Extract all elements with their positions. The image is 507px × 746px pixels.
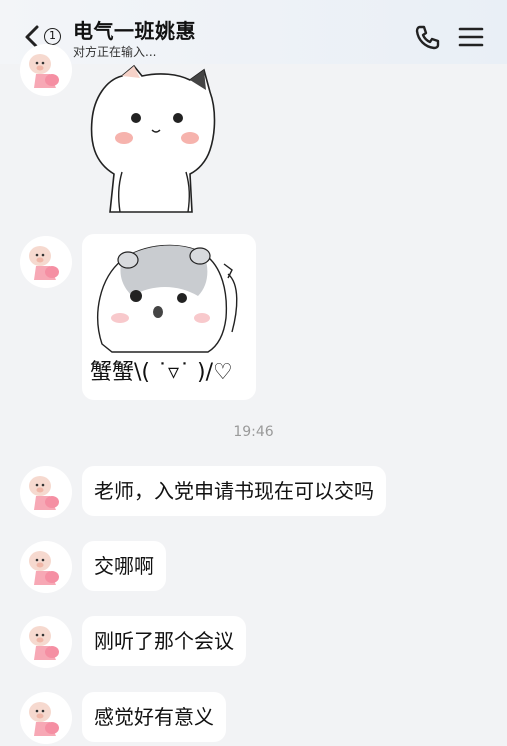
sender-avatar[interactable] bbox=[20, 692, 72, 744]
text-message[interactable]: 交哪啊 bbox=[82, 541, 166, 591]
sticker-message[interactable]: 蟹蟹\( ˙▿˙ )/♡ bbox=[82, 234, 256, 400]
phone-icon[interactable] bbox=[414, 24, 440, 50]
chat-header: 1 电气一班姚惠 对方正在输入... bbox=[0, 0, 507, 64]
sender-avatar[interactable] bbox=[20, 616, 72, 668]
unread-count-badge[interactable]: 1 bbox=[44, 28, 61, 45]
message-timestamp: 19:46 bbox=[233, 424, 274, 440]
chat-title[interactable]: 电气一班姚惠 bbox=[73, 15, 196, 44]
pig-avatar-icon bbox=[20, 236, 72, 288]
text-message[interactable]: 感觉好有意义 bbox=[82, 692, 226, 742]
pig-avatar-icon bbox=[20, 466, 72, 518]
cat-sticker[interactable] bbox=[82, 62, 222, 214]
sender-avatar[interactable] bbox=[20, 466, 72, 518]
sender-avatar[interactable] bbox=[20, 541, 72, 593]
pig-avatar-icon bbox=[20, 44, 72, 96]
menu-icon[interactable] bbox=[458, 26, 484, 48]
sticker-caption: 蟹蟹\( ˙▿˙ )/♡ bbox=[90, 360, 233, 385]
pig-avatar-icon bbox=[20, 616, 72, 668]
text-message[interactable]: 刚听了那个会议 bbox=[82, 616, 246, 666]
pig-avatar-icon bbox=[20, 692, 72, 744]
pig-avatar-icon bbox=[20, 541, 72, 593]
text-message[interactable]: 老师，入党申请书现在可以交吗 bbox=[82, 466, 386, 516]
typing-status: 对方正在输入... bbox=[73, 45, 157, 59]
sender-avatar[interactable] bbox=[20, 44, 72, 96]
sender-avatar[interactable] bbox=[20, 236, 72, 288]
